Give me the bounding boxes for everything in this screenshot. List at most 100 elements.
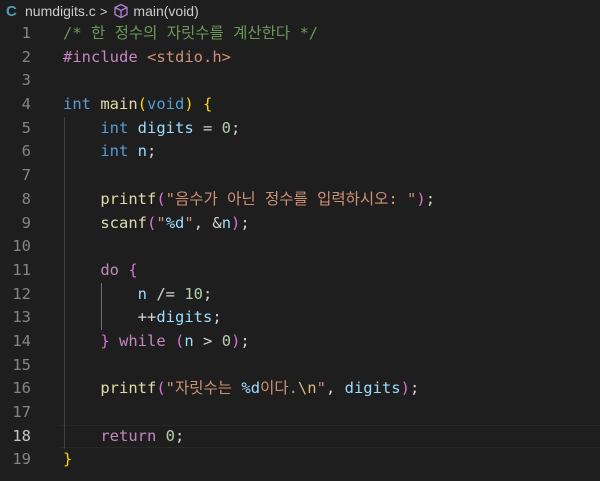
line-number: 12 <box>12 284 31 303</box>
code-token: = <box>193 118 222 137</box>
code-token: ( <box>175 331 185 350</box>
line-number: 13 <box>12 308 31 327</box>
line-code: do { <box>63 259 137 283</box>
code-token: ; <box>425 189 436 208</box>
code-token: digits <box>344 379 401 398</box>
code-line[interactable]: 17 <box>0 401 600 425</box>
code-token: ++ <box>63 308 157 327</box>
code-token: ) <box>231 213 241 232</box>
code-token: } <box>100 331 110 350</box>
code-token: ; <box>212 308 222 327</box>
code-token: " <box>316 379 326 398</box>
code-token: <stdio.h> <box>147 47 231 66</box>
code-token: ; <box>240 331 250 350</box>
code-line[interactable]: 18 return 0; <box>0 424 600 449</box>
code-token: n <box>137 142 148 161</box>
code-token: while <box>119 331 166 350</box>
code-token: digits <box>137 118 194 137</box>
code-line[interactable]: 7 <box>0 164 600 188</box>
code-line[interactable]: 13 ++digits; <box>0 306 600 330</box>
code-token: 0 <box>221 118 232 137</box>
indent-guide <box>64 116 65 449</box>
line-number: 14 <box>12 331 31 350</box>
code-line[interactable]: 9 scanf("%d", &n); <box>0 212 600 236</box>
code-token: ; <box>147 142 157 161</box>
line-number: 15 <box>12 355 31 374</box>
code-line[interactable]: 1 /* 한 정수의 자릿수를 계산한다 */ <box>0 22 600 46</box>
line-code: int main(void) { <box>63 93 212 117</box>
code-token: } <box>63 450 73 469</box>
code-line[interactable]: 14 } while (n > 0); <box>0 330 600 354</box>
line-number: 11 <box>12 260 31 279</box>
line-number: 7 <box>21 166 31 185</box>
code-line[interactable]: 6 int n; <box>0 140 600 164</box>
line-code: ++digits; <box>63 306 222 330</box>
code-token: ; <box>175 426 185 445</box>
code-editor[interactable]: 1 /* 한 정수의 자릿수를 계산한다 */ 2 #include <stdio.h… <box>0 22 600 472</box>
line-number: 18 <box>12 426 31 445</box>
code-token: ( <box>156 189 166 208</box>
code-token: "자릿수는 <box>165 379 242 398</box>
line-number: 2 <box>21 47 31 66</box>
code-token: ( <box>156 379 166 398</box>
code-token: printf <box>100 379 157 398</box>
code-token: , <box>325 379 345 398</box>
code-token: n <box>137 284 147 303</box>
line-number: 5 <box>21 118 31 137</box>
breadcrumb-file[interactable]: numdigits.c <box>25 3 96 19</box>
code-token: return <box>100 426 157 445</box>
line-number: 19 <box>12 450 31 469</box>
code-token: ; <box>203 284 213 303</box>
code-token: ; <box>409 379 420 398</box>
code-line[interactable]: 4 int main(void) { <box>0 93 600 117</box>
code-line[interactable]: 8 printf("음수가 아닌 정수를 입력하시오: "); <box>0 188 600 212</box>
line-code: scanf("%d", &n); <box>63 212 250 236</box>
line-code: int digits = 0; <box>63 117 240 141</box>
code-token: ) <box>416 189 426 208</box>
breadcrumb: C numdigits.c > main(void) <box>0 0 600 22</box>
code-line[interactable]: 2 #include <stdio.h> <box>0 46 600 70</box>
code-token: > <box>193 331 222 350</box>
code-line[interactable]: 10 <box>0 235 600 259</box>
code-token: /* 한 정수의 자릿수를 계산한다 */ <box>63 24 319 42</box>
code-token: %d <box>241 379 261 398</box>
code-token: scanf <box>100 213 147 232</box>
line-number: 10 <box>12 237 31 256</box>
code-token: " <box>156 213 166 232</box>
code-token: /= <box>147 284 185 303</box>
code-token: "음수가 아닌 정수를 입력하시오: " <box>165 189 417 208</box>
code-token: 이다. <box>260 379 298 398</box>
indent-guide <box>101 282 102 331</box>
code-line[interactable]: 5 int digits = 0; <box>0 117 600 141</box>
code-token: digits <box>156 308 213 327</box>
line-code: #include <stdio.h> <box>63 46 231 70</box>
line-number: 9 <box>21 213 31 232</box>
code-line[interactable]: 3 <box>0 69 600 93</box>
code-line[interactable]: 16 printf("자릿수는 %d이다.\n", digits); <box>0 377 600 401</box>
c-file-icon: C <box>6 2 17 20</box>
code-token: #include <box>63 47 138 66</box>
code-token: printf <box>100 189 157 208</box>
line-code: } while (n > 0); <box>63 330 250 354</box>
breadcrumb-symbol[interactable]: main(void) <box>133 3 198 19</box>
code-line[interactable]: 19} <box>0 448 600 472</box>
breadcrumb-separator: > <box>99 3 108 19</box>
code-token: \n <box>297 379 317 398</box>
code-line[interactable]: 15 <box>0 354 600 378</box>
code-token: ; <box>240 213 250 232</box>
code-token: n <box>184 331 194 350</box>
code-token: ; <box>231 118 241 137</box>
code-line[interactable]: 12 n /= 10; <box>0 283 600 307</box>
code-line[interactable]: 11 do { <box>0 259 600 283</box>
